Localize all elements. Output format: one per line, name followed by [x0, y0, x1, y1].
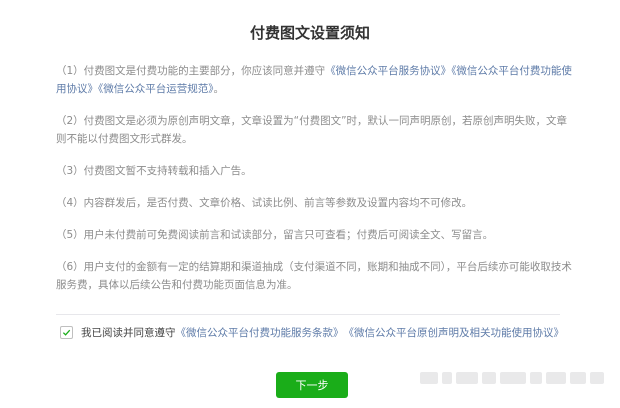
rule-item-6: （6）用户支付的金额有一定的结算期和渠道抽成（支付渠道不同，账期和抽成不同），平… [56, 261, 572, 291]
checkmark-icon [62, 329, 71, 336]
dialog-title: 付费图文设置须知 [249, 24, 370, 42]
rule-item-2: （2）付费图文是必须为原创声明文章，文章设置为“付费图文”时，默认一同声明原创，… [56, 115, 568, 145]
paid-terms-link[interactable]: 《微信公众平台付费功能服务条款》 [176, 325, 344, 340]
operation-rules-link[interactable]: 《微信公众平台运营规范》 [98, 83, 214, 95]
rule-1-text: （1）付费图文是付费功能的主要部分，你应该同意并遵守 [56, 65, 326, 77]
original-declaration-link[interactable]: 《微信公众平台原创声明及相关功能使用协议》 [344, 325, 565, 340]
agreement-text: 我已阅读并同意遵守 [81, 327, 176, 339]
rule-item-4: （4）内容群发后，是否付费、文章价格、试读比例、前言等参数及设置内容均不可修改。 [56, 197, 473, 209]
agreement-row: 我已阅读并同意遵守 《微信公众平台付费功能服务条款》 《微信公众平台原创声明及相关功… [60, 325, 564, 340]
rule-item-1: （1）付费图文是付费功能的主要部分，你应该同意并遵守《微信公众平台服务协议》《微… [56, 62, 572, 98]
rule-item-3: （3）付费图文暂不支持转载和插入广告。 [56, 165, 252, 177]
rule-1-suffix: 。 [213, 83, 225, 95]
blurred-watermark [420, 369, 610, 387]
agree-checkbox[interactable] [60, 326, 73, 339]
rule-item-5: （5）用户未付费前可免费阅读前言和试读部分，留言只可查看；付费后可阅读全文、写留… [56, 229, 494, 241]
next-button[interactable]: 下一步 [276, 372, 348, 398]
rules-list: （1）付费图文是付费功能的主要部分，你应该同意并遵守《微信公众平台服务协议》《微… [56, 62, 572, 308]
divider [56, 314, 560, 315]
service-agreement-link[interactable]: 《微信公众平台服务协议》 [325, 65, 451, 77]
